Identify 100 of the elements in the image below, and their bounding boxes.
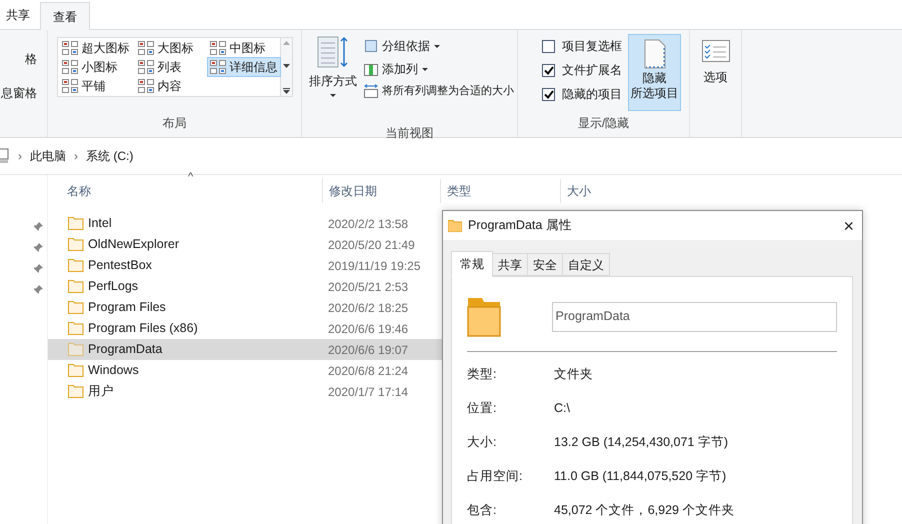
view-icon bbox=[138, 79, 154, 94]
view-icon bbox=[62, 60, 78, 74]
pin-icon[interactable] bbox=[33, 264, 43, 274]
property-value: 文件夹 bbox=[554, 366, 593, 383]
property-label: 大小: bbox=[467, 434, 498, 451]
property-value: 11.0 GB (11,844,075,520 字节) bbox=[554, 468, 726, 485]
modified-date: 2020/6/6 19:07 bbox=[327, 342, 408, 358]
close-button[interactable]: × bbox=[843, 216, 854, 234]
view-icon bbox=[138, 40, 154, 55]
group-label: 当前视图 bbox=[386, 125, 434, 142]
folder-icon bbox=[68, 343, 84, 356]
file-row[interactable]: Program Files 2020/6/2 18:25 bbox=[48, 297, 442, 318]
sort-button[interactable]: 排序方式 bbox=[306, 36, 360, 124]
folder-icon bbox=[68, 238, 84, 251]
file-row[interactable]: PerfLogs 2020/5/21 2:53 bbox=[48, 276, 442, 297]
group-icon bbox=[364, 39, 378, 53]
checkbox-label[interactable]: 文件扩展名 bbox=[562, 61, 622, 79]
dialog-tab[interactable]: 自定义 bbox=[563, 253, 610, 276]
dialog-title: ProgramData 属性 bbox=[468, 217, 572, 234]
layout-option[interactable]: 详细信息 bbox=[206, 57, 280, 77]
file-name: OldNewExplorer bbox=[88, 236, 180, 254]
hide-selected-button[interactable]: 隐藏 所选项目 bbox=[628, 34, 681, 111]
layout-option[interactable]: 小图标 bbox=[58, 57, 134, 77]
modified-date: 2019/11/19 19:25 bbox=[327, 258, 421, 274]
folder-icon bbox=[68, 385, 84, 398]
options-icon bbox=[702, 40, 730, 62]
modified-date: 2020/1/7 17:14 bbox=[327, 384, 408, 400]
dialog-tab[interactable]: 常规 bbox=[451, 251, 493, 277]
property-label: 包含: bbox=[467, 502, 498, 519]
property-label: 类型: bbox=[467, 366, 498, 383]
view-icon bbox=[210, 60, 226, 74]
layout-option[interactable]: 中图标 bbox=[206, 38, 280, 58]
breadcrumb-item[interactable]: 此电脑 bbox=[30, 147, 66, 165]
checkbox-label[interactable]: 项目复选框 bbox=[562, 37, 622, 55]
file-row[interactable]: Windows 2020/6/8 21:24 bbox=[48, 360, 442, 381]
file-row[interactable]: 用户 2020/1/7 17:14 bbox=[48, 381, 442, 402]
view-icon bbox=[138, 60, 154, 74]
modified-date: 2020/5/20 21:49 bbox=[327, 236, 415, 254]
breadcrumb-item[interactable]: 系统 (C:) bbox=[86, 147, 134, 165]
dialog-tab[interactable]: 共享 bbox=[493, 253, 528, 276]
file-row[interactable]: PentestBox 2019/11/19 19:25 bbox=[48, 255, 442, 276]
scroll-down-icon[interactable] bbox=[282, 64, 290, 69]
layout-option[interactable]: 平铺 bbox=[58, 76, 134, 96]
pin-icon[interactable] bbox=[33, 242, 43, 252]
checkbox[interactable] bbox=[542, 88, 555, 100]
file-name: Program Files bbox=[88, 299, 166, 316]
file-row[interactable]: Intel 2020/2/2 13:58 bbox=[48, 213, 442, 234]
add-column-button[interactable]: 添加列 bbox=[364, 60, 514, 78]
checkbox[interactable] bbox=[542, 64, 555, 76]
folder-icon bbox=[68, 364, 84, 377]
pin-icon[interactable] bbox=[33, 222, 43, 232]
pane-button[interactable]: 息窗格 bbox=[1, 84, 47, 102]
layout-option[interactable]: 内容 bbox=[134, 76, 206, 96]
chevron-icon: › bbox=[18, 147, 22, 165]
checkbox-label[interactable]: 隐藏的项目 bbox=[562, 85, 622, 103]
ribbon-tab[interactable]: 共享 bbox=[0, 1, 36, 29]
ribbon-tab[interactable]: 查看 bbox=[40, 2, 90, 30]
pin-icon[interactable] bbox=[33, 284, 43, 294]
modified-date: 2020/6/8 21:24 bbox=[327, 362, 408, 380]
name-field[interactable]: ProgramData bbox=[552, 302, 837, 332]
property-value: 45,072 个文件，6,929 个文件夹 bbox=[554, 502, 734, 519]
file-name: PerfLogs bbox=[88, 278, 138, 296]
column-header[interactable]: 修改日期 bbox=[322, 179, 440, 203]
column-header[interactable]: 类型 bbox=[440, 179, 560, 203]
property-label: 位置: bbox=[467, 400, 498, 417]
checkbox[interactable] bbox=[542, 40, 555, 52]
group-label: 显示/隐藏 bbox=[578, 115, 630, 132]
modified-date: 2020/6/2 18:25 bbox=[327, 300, 408, 316]
folder-icon bbox=[68, 217, 84, 230]
dialog-tab[interactable]: 安全 bbox=[528, 253, 563, 276]
column-header[interactable]: 大小 bbox=[560, 179, 640, 203]
file-name: PentestBox bbox=[88, 257, 152, 274]
check-icon bbox=[544, 66, 554, 74]
caret-icon bbox=[330, 94, 336, 97]
folder-icon bbox=[68, 259, 84, 272]
caret-icon bbox=[434, 44, 440, 48]
file-name: Windows bbox=[88, 362, 139, 380]
group-by-button[interactable]: 分组依据 bbox=[364, 37, 514, 55]
folder-icon bbox=[68, 301, 84, 314]
more-icon[interactable] bbox=[282, 88, 290, 94]
fit-columns-button[interactable]: 将所有列调整为合适的大小 bbox=[364, 83, 514, 100]
layout-option[interactable]: 超大图标 bbox=[58, 38, 134, 58]
view-icon bbox=[62, 79, 78, 94]
layout-option[interactable]: 列表 bbox=[134, 57, 206, 77]
view-icon bbox=[62, 40, 78, 55]
options-button[interactable]: 选项 bbox=[702, 40, 730, 86]
file-row[interactable]: Program Files (x86) 2020/6/6 19:46 bbox=[48, 318, 442, 339]
pane-button[interactable]: 格 bbox=[25, 50, 47, 68]
modified-date: 2020/5/21 2:53 bbox=[327, 278, 408, 296]
file-row[interactable]: OldNewExplorer 2020/5/20 21:49 bbox=[48, 234, 442, 255]
view-icon bbox=[210, 40, 226, 55]
layout-option[interactable]: 大图标 bbox=[134, 38, 206, 58]
sort-icon bbox=[317, 36, 349, 68]
file-name: ProgramData bbox=[88, 341, 162, 358]
property-value: C:\ bbox=[554, 400, 570, 417]
chevron-icon: › bbox=[74, 147, 78, 165]
file-row[interactable]: ProgramData 2020/6/6 19:07 bbox=[48, 339, 442, 360]
folder-icon bbox=[68, 280, 84, 293]
folder-icon bbox=[448, 220, 462, 232]
property-value: 13.2 GB (14,254,430,071 字节) bbox=[554, 434, 728, 451]
